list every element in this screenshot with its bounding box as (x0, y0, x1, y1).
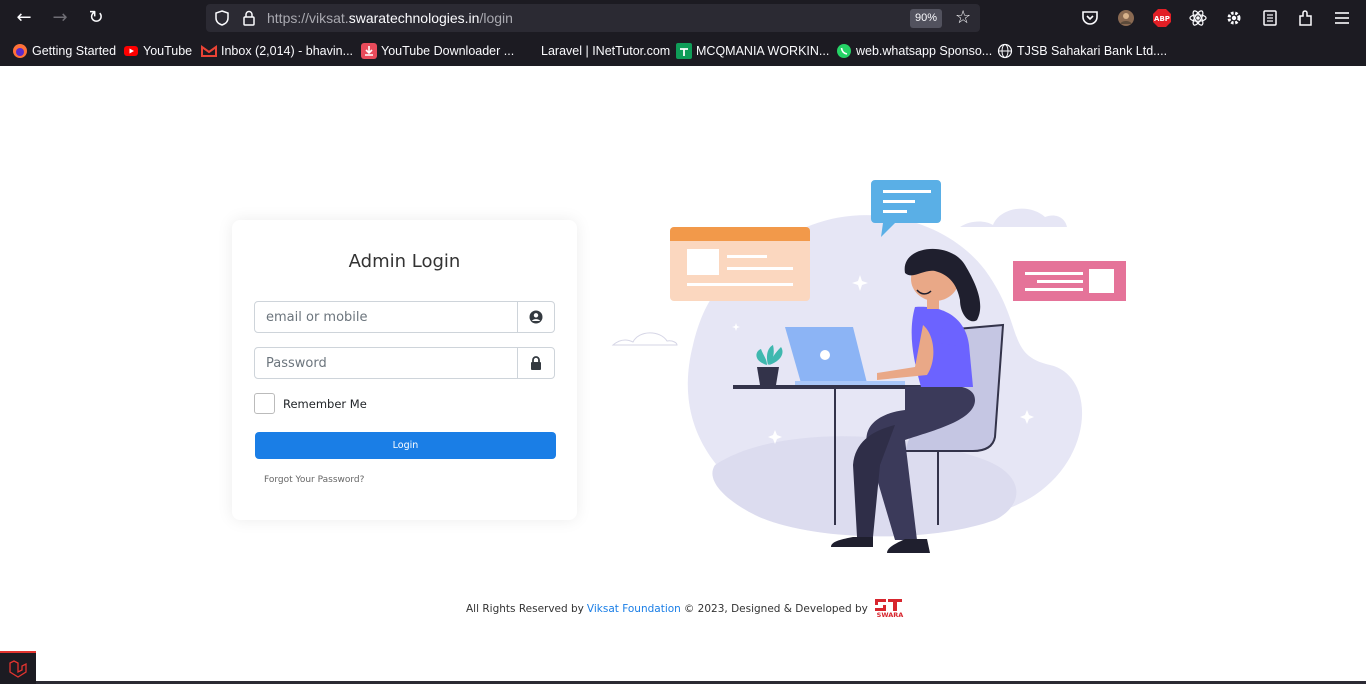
bookmarks-bar: Getting Started YouTube Inbox (2,014) - … (0, 36, 1366, 66)
email-input[interactable] (255, 302, 517, 332)
svg-text:ABP: ABP (1154, 15, 1170, 23)
globe-icon (997, 43, 1013, 59)
login-title: Admin Login (348, 251, 461, 272)
shield-icon[interactable] (213, 9, 231, 27)
swara-logo-text: SWARA (877, 611, 904, 619)
footer-prefix: All Rights Reserved by (466, 603, 584, 615)
browser-toolbar: ← → ↻ https://viksat.swaratechnologies.i… (0, 0, 1366, 36)
bookmark-mcqmania[interactable]: MCQMANIA WORKIN... (676, 43, 829, 59)
plant-pot (757, 367, 779, 385)
forward-icon[interactable]: → (48, 6, 72, 30)
adblock-plus-icon[interactable]: ABP (1152, 8, 1172, 28)
shoe-left (831, 537, 873, 547)
laravel-debugbar-badge[interactable] (0, 651, 36, 684)
reader-icon[interactable] (1260, 8, 1280, 28)
cloud-left (611, 332, 678, 346)
react-devtools-icon[interactable] (1188, 8, 1208, 28)
lock-icon[interactable] (240, 9, 258, 27)
youtube-icon (124, 46, 138, 56)
bookmark-laravel[interactable]: Laravel | INetTutor.com (521, 43, 670, 59)
whatsapp-icon (837, 44, 851, 58)
blank-icon (521, 43, 537, 59)
bookmark-gmail[interactable]: Inbox (2,014) - bhavin... (201, 43, 353, 59)
avatar-icon[interactable] (1116, 8, 1136, 28)
remember-checkbox[interactable] (254, 393, 275, 414)
orange-card-image (687, 249, 719, 275)
star-icon[interactable]: ☆ (955, 7, 971, 29)
cloud-right (960, 208, 1067, 227)
sheets-icon (676, 43, 692, 59)
footer: All Rights Reserved by Viksat Foundation… (466, 596, 908, 622)
lock-icon (531, 356, 541, 370)
password-field (254, 347, 555, 379)
orange-card-header (670, 227, 810, 241)
extensions-icon[interactable] (1296, 8, 1316, 28)
url-bar[interactable]: https://viksat.swaratechnologies.in/logi… (206, 4, 980, 32)
url-text: https://viksat.swaratechnologies.in/logi… (267, 10, 513, 26)
bookmark-youtube[interactable]: YouTube (123, 43, 192, 59)
login-button[interactable]: Login (255, 432, 556, 459)
user-circle-icon (529, 310, 543, 324)
firefox-icon (13, 44, 27, 58)
bookmark-getting-started[interactable]: Getting Started (12, 43, 116, 59)
login-card: Admin Login Remember Me Login Forgot You… (232, 220, 577, 520)
shoe-right (887, 539, 930, 553)
password-input[interactable] (255, 348, 517, 378)
bookmark-youtube-downloader[interactable]: YouTube Downloader ... (361, 43, 514, 59)
reload-icon[interactable]: ↻ (84, 6, 108, 30)
remember-label: Remember Me (283, 396, 367, 411)
desk (733, 385, 928, 389)
footer-suffix: © 2023, Designed & Developed by (683, 603, 868, 615)
password-addon (517, 348, 554, 378)
zoom-level[interactable]: 90% (910, 9, 943, 28)
laravel-icon (9, 660, 27, 678)
forgot-password-link[interactable]: Forgot Your Password? (264, 475, 364, 485)
gear-icon[interactable] (1224, 8, 1244, 28)
remember-me[interactable]: Remember Me (254, 393, 367, 414)
email-field (254, 301, 555, 333)
email-addon (517, 302, 554, 332)
swara-logo[interactable]: SWARA (872, 596, 908, 622)
download-icon (361, 43, 377, 59)
menu-icon[interactable] (1332, 8, 1352, 28)
gmail-icon (201, 45, 217, 57)
back-icon[interactable]: ← (12, 6, 36, 30)
illustration (611, 180, 1126, 553)
pocket-icon[interactable] (1080, 8, 1100, 28)
bookmark-tjsb[interactable]: TJSB Sahakari Bank Ltd.... (997, 43, 1167, 59)
bookmark-whatsapp[interactable]: web.whatsapp Sponso... (836, 43, 992, 59)
viksat-foundation-link[interactable]: Viksat Foundation (587, 603, 681, 615)
